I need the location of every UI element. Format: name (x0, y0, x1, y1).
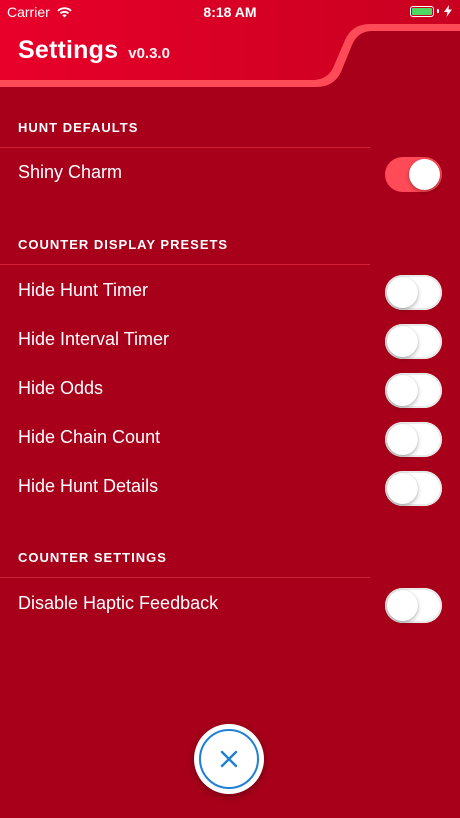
setting-row-disable-haptic-feedback: Disable Haptic Feedback (0, 581, 460, 625)
battery-tip (437, 9, 439, 13)
section-header-counter-display-presets: COUNTER DISPLAY PRESETS (0, 224, 370, 265)
section-title: COUNTER SETTINGS (18, 550, 167, 565)
setting-label: Hide Hunt Details (18, 476, 159, 496)
setting-row-hide-odds: Hide Odds (0, 366, 460, 410)
section-header-hunt-defaults: HUNT DEFAULTS (0, 107, 370, 148)
hide-chain-count-toggle[interactable] (385, 422, 442, 457)
close-button-ring (199, 729, 259, 789)
shiny-charm-toggle[interactable] (385, 157, 442, 192)
close-icon (220, 750, 238, 768)
hide-hunt-timer-toggle[interactable] (385, 275, 442, 310)
toggle-knob (387, 424, 418, 455)
battery-icon (410, 5, 434, 17)
setting-label: Hide Interval Timer (18, 329, 170, 349)
toggle-knob (387, 590, 418, 621)
toggle-knob (387, 277, 418, 308)
status-time: 8:18 AM (203, 4, 257, 20)
section-title: COUNTER DISPLAY PRESETS (18, 237, 229, 252)
hide-hunt-details-toggle[interactable] (385, 471, 442, 506)
bolt-icon (444, 5, 452, 17)
section-title: HUNT DEFAULTS (18, 120, 139, 135)
setting-label: Hide Odds (18, 378, 104, 398)
setting-row-hide-hunt-details: Hide Hunt Details (0, 464, 460, 508)
battery-indicator (410, 5, 452, 17)
title-row: Settings v0.3.0 (18, 36, 170, 65)
setting-label: Hide Chain Count (18, 427, 161, 447)
toggle-knob (409, 159, 440, 190)
toggle-knob (387, 375, 418, 406)
status-bar: Carrier 8:18 AM (0, 0, 460, 24)
setting-row-hide-interval-timer: Hide Interval Timer (0, 317, 460, 361)
setting-label: Shiny Charm (18, 162, 123, 182)
setting-row-hide-chain-count: Hide Chain Count (0, 415, 460, 459)
toggle-knob (387, 473, 418, 504)
setting-label: Hide Hunt Timer (18, 280, 149, 300)
disable-haptic-feedback-toggle[interactable] (385, 588, 442, 623)
battery-fill (412, 7, 432, 15)
setting-label: Disable Haptic Feedback (18, 593, 219, 613)
section-header-counter-settings: COUNTER SETTINGS (0, 537, 370, 578)
close-button[interactable] (194, 724, 264, 794)
setting-row-shiny-charm: Shiny Charm (0, 150, 460, 194)
version-label: v0.3.0 (128, 45, 170, 62)
settings-screen: Carrier 8:18 AM Settings v0.3.0 HUNT DEF… (0, 0, 460, 818)
hide-interval-timer-toggle[interactable] (385, 324, 442, 359)
toggle-knob (387, 326, 418, 357)
page-title: Settings (18, 36, 119, 64)
hide-odds-toggle[interactable] (385, 373, 442, 408)
setting-row-hide-hunt-timer: Hide Hunt Timer (0, 268, 460, 312)
